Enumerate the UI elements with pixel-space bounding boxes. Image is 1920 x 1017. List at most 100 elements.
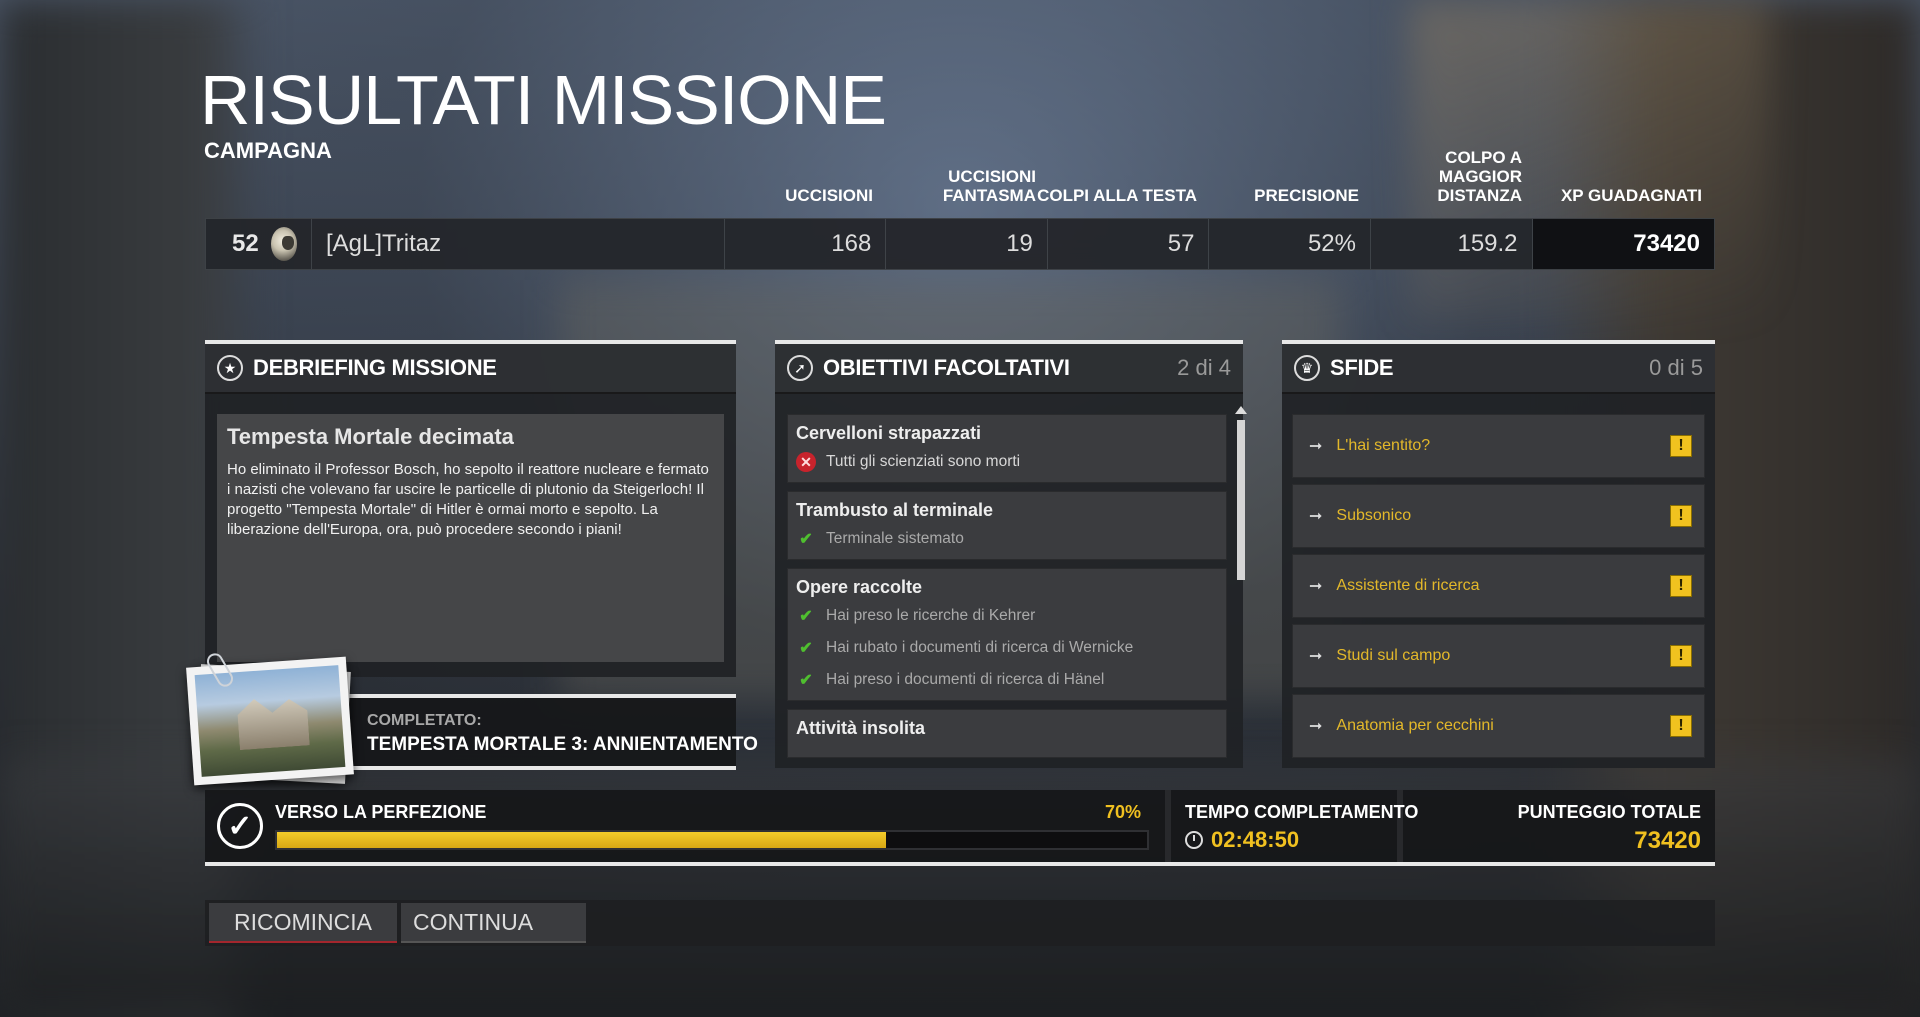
challenge-item[interactable]: ➞ Anatomia per cecchini !	[1292, 694, 1705, 758]
arrow-right-icon: ➞	[1309, 438, 1323, 455]
challenge-item[interactable]: ➞ L'hai sentito? !	[1292, 414, 1705, 478]
page-title: RISULTATI MISSIONE	[200, 61, 887, 139]
restart-button[interactable]: RICOMINCIA	[209, 903, 397, 943]
continue-button[interactable]: CONTINUA	[401, 903, 586, 943]
arrow-right-icon: ➞	[1309, 648, 1323, 665]
completion-time-value-row: 02:48:50	[1185, 827, 1383, 853]
challenge-item[interactable]: ➞ Assistente di ricerca !	[1292, 554, 1705, 618]
checkmark-circle-icon: ✓	[217, 803, 263, 849]
warning-icon: !	[1670, 715, 1692, 737]
perfection-label: VERSO LA PERFEZIONE	[275, 802, 487, 822]
player-name: [AgL]Tritaz	[312, 219, 725, 269]
arrow-right-icon: ➞	[1309, 508, 1323, 525]
objectives-list[interactable]: Cervelloni strapazzati ✕ Tutti gli scien…	[787, 414, 1227, 760]
col-header-ghost-kills: UCCISIONI FANTASMA	[942, 167, 1036, 205]
col-header-headshots: COLPI ALLA TESTA	[1037, 186, 1197, 205]
total-score-value: 73420	[1634, 827, 1701, 854]
warning-icon: !	[1670, 505, 1692, 527]
score-row: 52 [AgL]Tritaz 168 19 57 52% 159.2 73420	[205, 218, 1715, 270]
completion-time-label: TEMPO COMPLETAMENTO	[1185, 802, 1419, 822]
star-icon: ★	[217, 355, 243, 381]
objective-item: ✔ Hai preso i documenti di ricerca di Hä…	[796, 670, 1218, 690]
objective-card: Attività insolita	[787, 709, 1227, 758]
debriefing-panel: ★ DEBRIEFING MISSIONE Tempesta Mortale d…	[205, 340, 736, 677]
completed-label: COMPLETATO:	[367, 712, 482, 729]
arrow-right-icon: ➞	[1309, 578, 1323, 595]
completed-mission: TEMPESTA MORTALE 3: ANNIENTAMENTO	[367, 734, 758, 755]
checkmark-icon: ✔	[799, 640, 813, 657]
objective-item-text: Hai preso i documenti di ricerca di Häne…	[826, 671, 1105, 688]
debriefing-text: Ho eliminato il Professor Bosch, ho sepo…	[227, 461, 709, 538]
accuracy-value: 52%	[1209, 219, 1371, 269]
ghost-kills-value: 19	[886, 219, 1048, 269]
objective-item: ✔ Hai preso le ricerche di Kehrer	[796, 606, 1218, 626]
summary-strip: ✓ VERSO LA PERFEZIONE 70% TEMPO COMPLETA…	[205, 790, 1715, 866]
warning-icon: !	[1670, 575, 1692, 597]
debriefing-heading: Tempesta Mortale decimata	[227, 424, 514, 449]
objective-title: Opere raccolte	[796, 577, 923, 597]
objective-item-text: Tutti gli scienziati sono morti	[826, 453, 1021, 470]
compass-icon: ➚	[787, 355, 813, 381]
checkmark-icon: ✔	[799, 672, 813, 689]
challenge-item[interactable]: ➞ Subsonico !	[1292, 484, 1705, 548]
rank-badge-icon	[270, 227, 297, 261]
objectives-title: OBIETTIVI FACOLTATIVI	[823, 355, 1070, 380]
challenges-panel: ♛ SFIDE 0 di 5 ➞ L'hai sentito? ! ➞ Subs…	[1282, 340, 1715, 768]
challenge-label: Anatomia per cecchini	[1336, 717, 1494, 734]
mission-photo	[186, 656, 354, 786]
challenges-header: ♛ SFIDE 0 di 5	[1282, 344, 1715, 394]
warning-icon: !	[1670, 645, 1692, 667]
perfection-progress-fill	[277, 832, 886, 848]
warning-icon: !	[1670, 435, 1692, 457]
challenge-label: Assistente di ricerca	[1336, 577, 1480, 594]
challenges-title: SFIDE	[1330, 355, 1394, 380]
debriefing-header: ★ DEBRIEFING MISSIONE	[205, 344, 736, 394]
objective-item: ✔ Terminale sistemato	[796, 529, 1218, 549]
total-score-label: PUNTEGGIO TOTALE	[1517, 802, 1701, 822]
objective-item-text: Hai rubato i documenti di ricerca di Wer…	[826, 639, 1134, 656]
objective-item-text: Hai preso le ricerche di Kehrer	[826, 607, 1036, 624]
xp-value: 73420	[1532, 219, 1715, 269]
objectives-scrollbar[interactable]	[1235, 406, 1247, 756]
page-subtitle: CAMPAGNA	[204, 138, 332, 163]
objective-title: Attività insolita	[796, 718, 926, 738]
scroll-up-icon[interactable]	[1235, 406, 1247, 414]
longest-shot-value: 159.2	[1370, 219, 1533, 269]
kills-value: 168	[724, 219, 887, 269]
perfection-section: ✓ VERSO LA PERFEZIONE 70%	[205, 790, 1171, 862]
trophy-icon: ♛	[1294, 355, 1320, 381]
col-header-longest-shot: COLPO A MAGGIOR DISTANZA	[1437, 148, 1522, 205]
fail-x-icon: ✕	[796, 452, 816, 472]
perfection-progress-bar	[275, 830, 1149, 850]
objective-title: Trambusto al terminale	[796, 500, 994, 520]
completion-time-section: TEMPO COMPLETAMENTO 02:48:50	[1171, 790, 1419, 862]
player-rank: 52	[232, 230, 259, 257]
action-bar: RICOMINCIA CONTINUA	[205, 900, 1715, 946]
objective-card: Cervelloni strapazzati ✕ Tutti gli scien…	[787, 414, 1227, 483]
objective-title: Cervelloni strapazzati	[796, 423, 982, 443]
challenge-label: Subsonico	[1336, 507, 1412, 524]
objective-item-text: Terminale sistemato	[826, 530, 964, 547]
objective-item: ✕ Tutti gli scienziati sono morti	[796, 452, 1218, 472]
objective-item: ✔ Hai rubato i documenti di ricerca di W…	[796, 638, 1218, 658]
debriefing-title: DEBRIEFING MISSIONE	[253, 355, 497, 380]
total-score-section: PUNTEGGIO TOTALE 73420	[1403, 790, 1715, 862]
clock-icon	[1185, 831, 1203, 849]
challenges-count: 0 di 5	[1649, 355, 1703, 380]
col-header-accuracy: PRECISIONE	[1254, 186, 1359, 205]
objective-card: Opere raccolte ✔ Hai preso le ricerche d…	[787, 568, 1227, 701]
checkmark-icon: ✔	[799, 608, 813, 625]
col-header-kills: UCCISIONI	[785, 186, 873, 205]
col-header-xp: XP GUADAGNATI	[1560, 186, 1702, 205]
challenges-list: ➞ L'hai sentito? ! ➞ Subsonico ! ➞ Assis…	[1292, 414, 1705, 764]
objectives-header: ➚ OBIETTIVI FACOLTATIVI 2 di 4	[775, 344, 1243, 394]
challenge-label: Studi sul campo	[1336, 647, 1451, 664]
scroll-thumb[interactable]	[1237, 420, 1245, 580]
rank-cell: 52	[206, 219, 312, 269]
completion-time-value: 02:48:50	[1211, 827, 1300, 852]
objectives-count: 2 di 4	[1177, 355, 1231, 380]
challenge-label: L'hai sentito?	[1336, 437, 1431, 454]
challenge-item[interactable]: ➞ Studi sul campo !	[1292, 624, 1705, 688]
debriefing-box: Tempesta Mortale decimata Ho eliminato i…	[217, 414, 724, 662]
objective-card: Trambusto al terminale ✔ Terminale siste…	[787, 491, 1227, 560]
